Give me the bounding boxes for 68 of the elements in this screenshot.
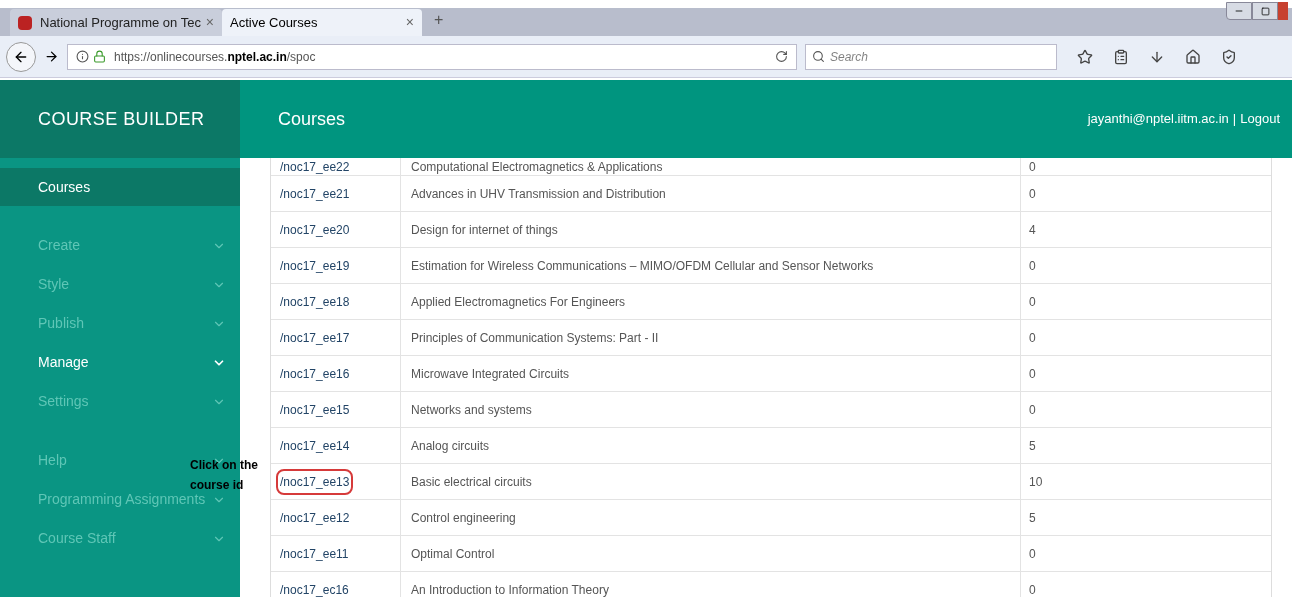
course-id-link[interactable]: /noc17_ee12 xyxy=(276,508,354,527)
bookmark-star-icon[interactable] xyxy=(1077,48,1093,65)
course-id-link[interactable]: /noc17_ee21 xyxy=(276,184,354,203)
browser-tab[interactable]: National Programme on Tec × xyxy=(10,9,222,36)
separator: | xyxy=(1232,110,1237,129)
clipboard-icon[interactable] xyxy=(1113,48,1129,65)
page-title: Courses xyxy=(278,107,347,131)
course-id-link[interactable]: /noc17_ee20 xyxy=(276,220,354,239)
course-id-link[interactable]: /noc17_ee14 xyxy=(276,436,354,455)
annotation-text: Click on the xyxy=(190,457,258,474)
course-title: Networks and systems xyxy=(411,401,532,419)
course-title: Microwave Integrated Circuits xyxy=(411,365,570,383)
logout-link[interactable]: Logout xyxy=(1240,109,1280,129)
maximize-button[interactable] xyxy=(1252,2,1278,20)
enrollment-count: 0 xyxy=(1029,365,1036,383)
course-title: Computational Electromagnetics & Applications xyxy=(411,158,663,176)
course-id-link[interactable]: /noc17_ee11 xyxy=(276,544,353,563)
course-id-link[interactable]: /noc17_ee15 xyxy=(276,400,354,419)
enrollment-count: 0 xyxy=(1029,401,1036,419)
lock-icon xyxy=(93,50,106,63)
search-field[interactable]: Search xyxy=(805,43,1057,70)
address-bar[interactable]: https://onlinecourses.nptel.ac.in/spoc xyxy=(67,43,797,70)
course-title: Basic electrical circuits xyxy=(411,473,532,491)
enrollment-count: 0 xyxy=(1029,581,1036,597)
course-title: Design for internet of things xyxy=(411,221,558,239)
enrollment-count: 0 xyxy=(1029,185,1036,203)
sidebar-item[interactable]: Manage xyxy=(38,352,89,373)
course-title: Optimal Control xyxy=(411,545,495,563)
enrollment-count: 0 xyxy=(1029,545,1036,563)
site-logo-icon xyxy=(18,15,32,30)
info-icon xyxy=(76,50,89,63)
course-id-link[interactable]: /noc17_ee18 xyxy=(276,292,354,311)
shield-icon[interactable] xyxy=(1221,48,1237,65)
course-title: Principles of Communication Systems: Part - II xyxy=(411,329,659,347)
enrollment-count: 4 xyxy=(1029,221,1036,239)
url-text: https://onlinecourses.nptel.ac.in/spoc xyxy=(114,48,317,66)
enrollment-count: 0 xyxy=(1029,293,1036,311)
user-email: jayanthi@nptel.iitm.ac.in xyxy=(1087,110,1229,129)
enrollment-count: 0 xyxy=(1029,158,1036,176)
course-id-link[interactable]: /noc17_ee22 xyxy=(276,158,354,176)
enrollment-count: 10 xyxy=(1029,473,1043,491)
enrollment-count: 5 xyxy=(1029,437,1036,455)
new-tab-button[interactable]: + xyxy=(434,8,444,32)
course-id-link[interactable]: /noc17_ee19 xyxy=(276,256,354,275)
enrollment-count: 5 xyxy=(1029,509,1036,527)
maximize-icon xyxy=(1260,6,1270,16)
course-title: Analog circuits xyxy=(411,437,490,455)
app-title: COURSE BUILDER xyxy=(38,107,205,131)
back-button[interactable] xyxy=(6,41,36,72)
browser-tab[interactable]: Active Courses × xyxy=(222,9,422,36)
close-tab-button[interactable]: × xyxy=(405,12,414,33)
course-id-link[interactable]: /noc17_ee13 xyxy=(276,468,354,495)
course-title: An Introduction to Information Theory xyxy=(411,581,609,597)
course-title: Advances in UHV Transmission and Distribution xyxy=(411,185,666,203)
reload-icon[interactable] xyxy=(775,50,788,63)
course-id-link[interactable]: /noc17_ee16 xyxy=(276,364,354,383)
home-icon[interactable] xyxy=(1185,48,1201,65)
course-title: Control engineering xyxy=(411,509,516,527)
enrollment-count: 0 xyxy=(1029,329,1036,347)
forward-button[interactable] xyxy=(44,49,59,64)
enrollment-count: 0 xyxy=(1029,257,1036,275)
minimize-button[interactable] xyxy=(1226,2,1252,20)
course-title: Applied Electromagnetics For Engineers xyxy=(411,293,626,311)
search-icon xyxy=(812,49,825,63)
course-title: Estimation for Wireless Communications – MIMO/OFDM Cellular and Sensor Networks xyxy=(411,257,874,275)
close-tab-button[interactable]: × xyxy=(205,12,214,33)
course-id-link[interactable]: /noc17_ec16 xyxy=(276,580,353,597)
course-id-link[interactable]: /noc17_ee17 xyxy=(276,328,354,347)
